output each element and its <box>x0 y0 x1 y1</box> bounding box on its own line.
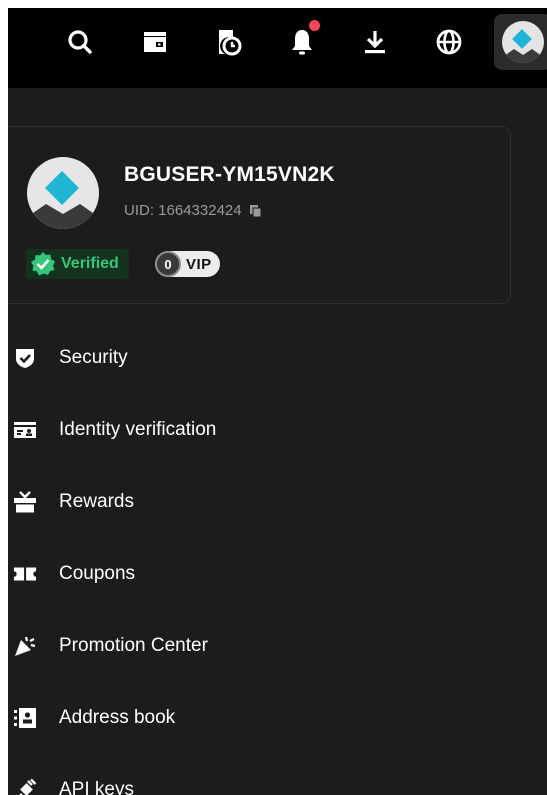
uid-text: UID: 1664332424 <box>124 202 242 219</box>
menu-item-address-book[interactable]: Address book <box>8 682 547 754</box>
notification-dot <box>309 20 320 31</box>
vip-badge[interactable]: 0 VIP <box>155 251 220 277</box>
avatar <box>27 157 99 229</box>
orders-button[interactable] <box>202 16 254 68</box>
app-frame: BGUSER-YM15VN2K UID: 1664332424 Verified <box>8 8 547 795</box>
notifications-button[interactable] <box>276 16 328 68</box>
menu-item-label: Rewards <box>59 491 134 512</box>
top-toolbar <box>8 8 547 88</box>
verified-badge[interactable]: Verified <box>26 249 129 279</box>
language-button[interactable] <box>423 16 475 68</box>
menu-item-label: Promotion Center <box>59 635 208 656</box>
username: BGUSER-YM15VN2K <box>124 163 335 186</box>
search-icon <box>68 30 92 54</box>
download-button[interactable] <box>349 16 401 68</box>
verified-check-icon <box>31 252 55 276</box>
vip-level: 0 <box>155 251 181 277</box>
bell-icon <box>292 30 312 55</box>
avatar <box>502 21 544 63</box>
menu-item-label: Identity verification <box>59 419 217 440</box>
menu-item-security[interactable]: Security <box>8 322 547 394</box>
uid-row: UID: 1664332424 <box>124 202 262 219</box>
menu-item-label: Coupons <box>59 563 136 584</box>
menu-item-label: Address book <box>59 707 176 728</box>
account-dropdown-panel: BGUSER-YM15VN2K UID: 1664332424 Verified <box>8 88 547 795</box>
wallet-icon <box>144 32 166 52</box>
vip-label: VIP <box>186 255 212 273</box>
plug-icon <box>13 778 37 795</box>
copy-uid-button[interactable] <box>249 204 262 217</box>
copy-icon <box>249 204 262 217</box>
menu-item-label: Security <box>59 347 128 368</box>
profile-card: BGUSER-YM15VN2K UID: 1664332424 Verified <box>8 126 511 304</box>
search-button[interactable] <box>54 16 106 68</box>
account-menu: Security Identity verification Rewards C… <box>8 322 547 795</box>
address-book-icon <box>13 706 37 730</box>
menu-item-coupons[interactable]: Coupons <box>8 538 547 610</box>
gift-icon <box>13 490 37 514</box>
download-icon <box>365 31 385 54</box>
verified-label: Verified <box>61 255 119 272</box>
globe-icon <box>436 29 462 55</box>
menu-item-promotion-center[interactable]: Promotion Center <box>8 610 547 682</box>
id-card-icon <box>13 418 37 442</box>
party-popper-icon <box>13 634 37 658</box>
menu-item-rewards[interactable]: Rewards <box>8 466 547 538</box>
shield-check-icon <box>13 346 37 370</box>
menu-item-label: API keys <box>59 779 134 795</box>
profile-avatar-button[interactable] <box>494 14 547 70</box>
menu-item-api-keys[interactable]: API keys <box>8 754 547 795</box>
orders-history-icon <box>219 30 242 56</box>
wallet-button[interactable] <box>129 16 181 68</box>
ticket-icon <box>13 562 37 586</box>
menu-item-identity-verification[interactable]: Identity verification <box>8 394 547 466</box>
